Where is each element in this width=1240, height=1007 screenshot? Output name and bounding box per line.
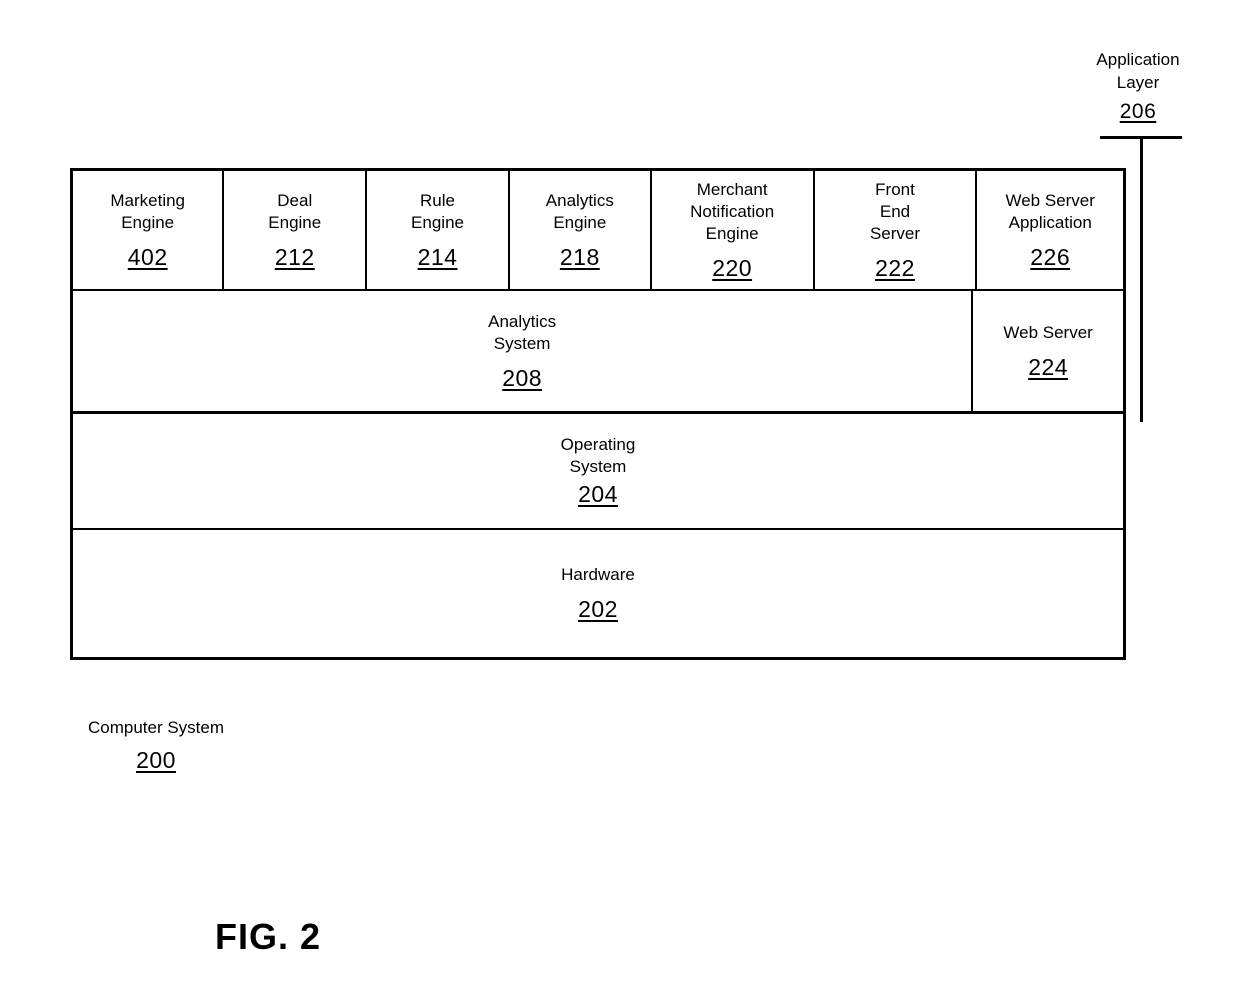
- stack-cell-reference-number: 204: [578, 481, 618, 507]
- stack-cell-label: Web Server: [1003, 322, 1093, 342]
- stack-row-systems: Analytics System 208 Web Server 224: [73, 291, 1123, 414]
- stack-cell-reference-number: 226: [1030, 243, 1071, 270]
- stack-cell-218: Analytics Engine 218: [507, 171, 650, 289]
- stack-cell-402: Marketing Engine 402: [73, 171, 222, 289]
- stack-cell-reference-number: 222: [875, 254, 915, 281]
- computer-system-callout: Computer System 200: [70, 716, 242, 772]
- stack-cell-220: Merchant Notification Engine 220: [649, 171, 813, 289]
- figure-caption: FIG. 2: [215, 916, 322, 957]
- stack-cell-reference-number: 224: [1028, 353, 1069, 380]
- stack-cell-label: Marketing Engine: [110, 190, 185, 232]
- stack-cell-label: Analytics Engine: [545, 190, 614, 232]
- stack-cell-label: Analytics System: [488, 311, 557, 353]
- stack-cell-214: Rule Engine 214: [365, 171, 508, 289]
- stack-cell-reference-number: 208: [502, 364, 543, 391]
- stack-cell-204: Operating System 204: [73, 414, 1123, 528]
- stack-cell-222: Front End Server 222: [812, 171, 976, 289]
- stack-cell-reference-number: 202: [578, 596, 618, 622]
- stack-cell-label: Front End Server: [869, 179, 921, 243]
- stack-cell-reference-number: 214: [417, 243, 458, 270]
- computer-system-stack-diagram: Marketing Engine 402 Deal Engine 212 Rule En…: [70, 168, 1126, 660]
- application-layer-label: Application Layer: [1096, 50, 1180, 92]
- stack-row-hardware: Hardware 202: [73, 530, 1123, 657]
- stack-cell-226: Web Server Application 226: [975, 171, 1123, 289]
- stack-cell-reference-number: 220: [712, 254, 753, 281]
- application-layer-bracket-stem: [1140, 136, 1143, 422]
- stack-cell-reference-number: 218: [559, 243, 600, 270]
- computer-system-label: Computer System: [87, 718, 225, 737]
- stack-cell-reference-number: 212: [274, 243, 315, 270]
- stack-cell-label: Operating System: [560, 435, 636, 476]
- application-layer-callout: Application Layer 206: [1078, 48, 1198, 123]
- stack-cell-reference-number: 402: [127, 243, 168, 270]
- stack-row-operating-system: Operating System 204: [73, 414, 1123, 530]
- stack-cell-224: Web Server 224: [971, 291, 1123, 411]
- stack-cell-212: Deal Engine 212: [222, 171, 365, 289]
- stack-cell-label: Merchant Notification Engine: [690, 179, 775, 243]
- stack-row-engines: Marketing Engine 402 Deal Engine 212 Rule En…: [73, 171, 1123, 291]
- stack-cell-label: Web Server Application: [1005, 190, 1095, 232]
- application-layer-reference-number: 206: [1119, 100, 1157, 123]
- stack-cell-202: Hardware 202: [73, 530, 1123, 657]
- stack-cell-label: Rule Engine: [411, 190, 464, 232]
- stack-cell-label: Deal Engine: [268, 190, 322, 232]
- stack-cell-label: Hardware: [561, 565, 635, 584]
- computer-system-reference-number: 200: [136, 747, 176, 773]
- stack-cell-208: Analytics System 208: [73, 291, 971, 411]
